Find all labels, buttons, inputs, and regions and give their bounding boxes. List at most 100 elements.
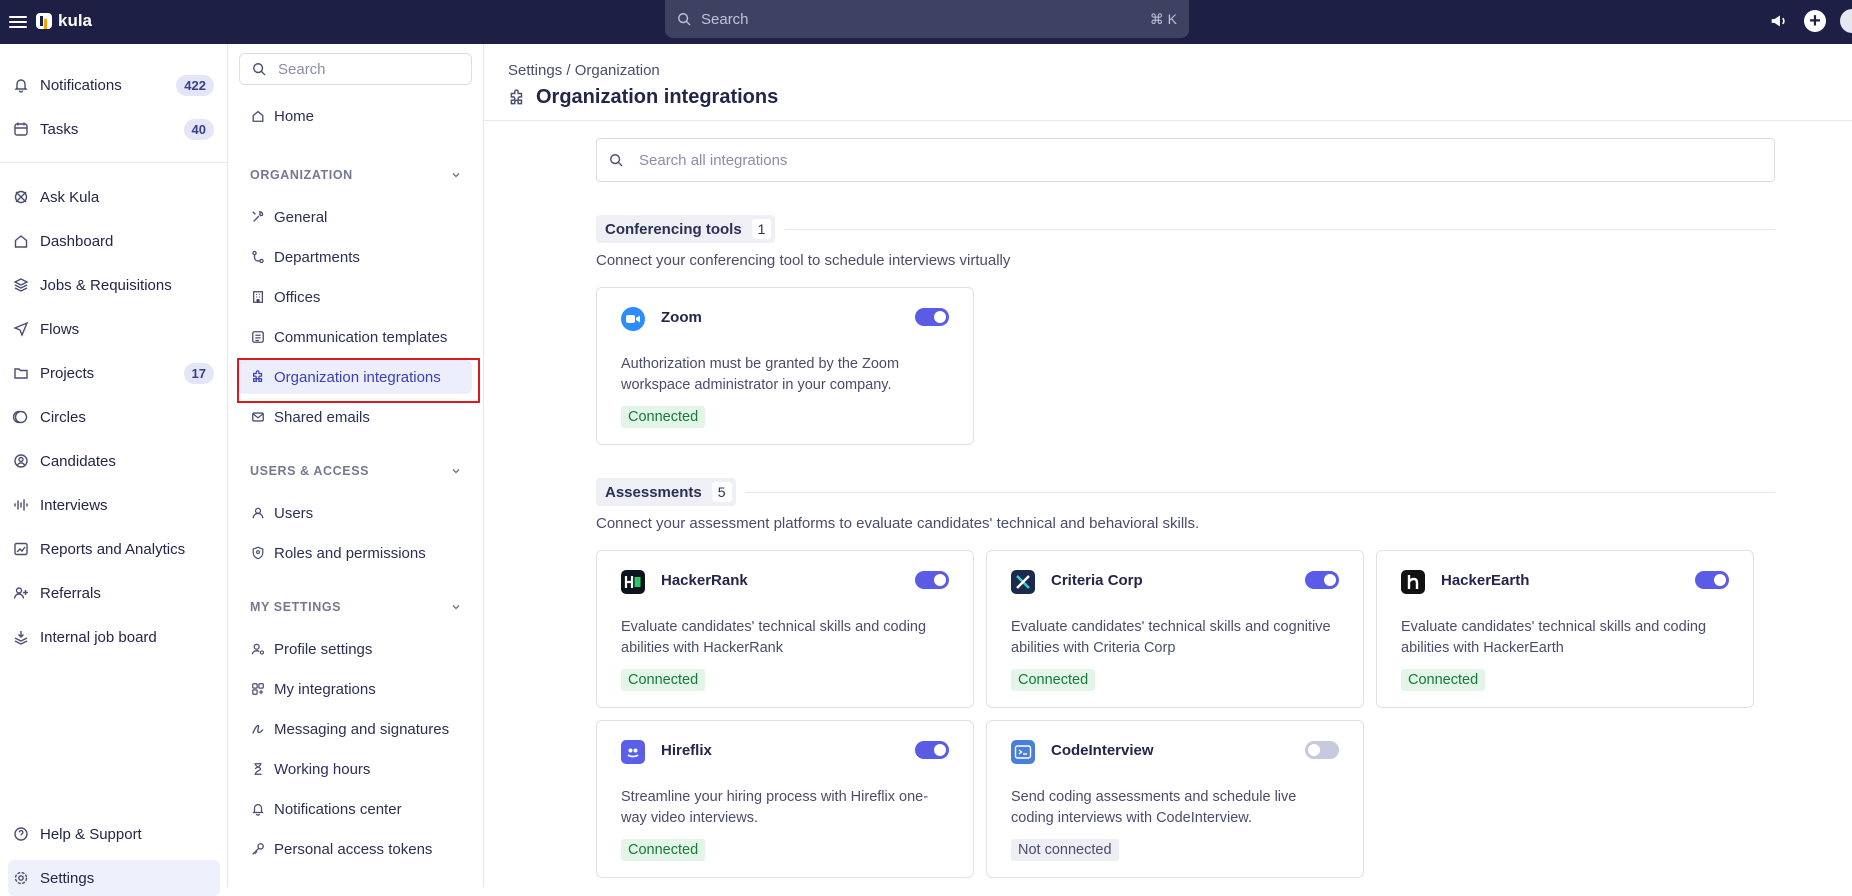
settings-item-label: Profile settings (274, 640, 373, 658)
settings-item-personal-access-tokens[interactable]: Personal access tokens (238, 832, 472, 866)
settings-item-departments[interactable]: Departments (238, 240, 472, 274)
settings-item-roles-permissions[interactable]: Roles and permissions (238, 536, 472, 570)
integration-card-hackerrank[interactable]: HackerRank Evaluate candidates' technica… (596, 550, 974, 708)
atom-icon (10, 186, 32, 208)
integration-name: Zoom (661, 309, 702, 326)
divider (745, 491, 1775, 493)
settings-item-label: Home (274, 107, 315, 125)
status-badge: Not connected (1011, 839, 1119, 861)
notifications-count-badge: 422 (176, 74, 214, 96)
nav-label: Ask Kula (40, 188, 100, 206)
nav-label: Jobs & Requisitions (40, 276, 172, 294)
status-badge: Connected (1011, 669, 1096, 691)
nav-item-reports[interactable]: Reports and Analytics (8, 531, 220, 567)
integration-name: HackerEarth (1441, 572, 1530, 589)
integrations-search-input[interactable]: Search all integrations (596, 138, 1775, 182)
settings-item-label: Working hours (274, 760, 371, 778)
main-sidebar: Notifications 422 Tasks 40 Ask Kula Dash… (0, 44, 228, 896)
codeinterview-logo-icon (1011, 740, 1035, 764)
mail-icon (250, 409, 266, 425)
search-icon (609, 153, 639, 167)
settings-item-messaging-signatures[interactable]: Messaging and signatures (238, 712, 472, 746)
layers-icon (10, 274, 32, 296)
avatar[interactable] (1840, 9, 1852, 33)
nav-item-jobs[interactable]: Jobs & Requisitions (8, 267, 220, 303)
divider (484, 120, 1852, 121)
settings-item-users[interactable]: Users (238, 496, 472, 530)
settings-item-notifications-center[interactable]: Notifications center (238, 792, 472, 826)
integration-toggle[interactable] (1305, 571, 1339, 589)
settings-item-communication-templates[interactable]: Communication templates (238, 320, 472, 354)
hackerearth-logo-icon (1401, 570, 1425, 594)
nav-item-projects[interactable]: Projects 17 (8, 355, 220, 391)
nav-item-help-support[interactable]: Help & Support (8, 816, 220, 852)
section-heading: ORGANIZATION (250, 168, 353, 182)
nav-item-dashboard[interactable]: Dashboard (8, 223, 220, 259)
integration-toggle[interactable] (1305, 741, 1339, 759)
nav-item-interviews[interactable]: Interviews (8, 487, 220, 523)
nav-label: Tasks (40, 120, 79, 138)
puzzle-icon (508, 88, 526, 107)
user-gear-icon (250, 641, 266, 657)
settings-item-general[interactable]: General (238, 200, 472, 234)
settings-item-home[interactable]: Home (238, 99, 472, 133)
integration-description: Authorization must be granted by the Zoo… (621, 356, 900, 393)
nav-item-ask-kula[interactable]: Ask Kula (8, 179, 220, 215)
nav-item-internal-job-board[interactable]: Internal job board (8, 619, 220, 655)
kula-logo[interactable]: kula (36, 11, 92, 31)
settings-item-label: Messaging and signatures (274, 720, 450, 738)
settings-sidebar: Search Home ORGANIZATION General Departm… (228, 44, 484, 887)
breadcrumb[interactable]: Settings / Organization (508, 62, 660, 79)
integration-card-hackerearth[interactable]: HackerEarth Evaluate candidates' technic… (1376, 550, 1754, 708)
settings-item-label: Personal access tokens (274, 840, 433, 858)
nav-label: Reports and Analytics (40, 540, 186, 558)
integration-description: Evaluate candidates' technical skills an… (1401, 619, 1707, 656)
integration-description: Evaluate candidates' technical skills an… (1011, 619, 1331, 656)
integration-card-zoom[interactable]: Zoom Authorization must be granted by th… (596, 287, 974, 445)
section-name: Assessments (605, 483, 702, 501)
settings-item-shared-emails[interactable]: Shared emails (238, 400, 472, 434)
settings-item-working-hours[interactable]: Working hours (238, 752, 472, 786)
kula-logo-icon (36, 13, 52, 29)
send-icon (10, 318, 32, 340)
hamburger-menu-icon[interactable] (6, 10, 30, 34)
announcement-icon[interactable] (1768, 10, 1790, 32)
settings-item-offices[interactable]: Offices (238, 280, 472, 314)
organization-section-header[interactable]: ORGANIZATION (250, 168, 472, 182)
settings-item-my-integrations[interactable]: My integrations (238, 672, 472, 706)
shield-user-icon (250, 545, 266, 561)
global-search-placeholder: Search (701, 10, 749, 28)
users-access-section-header[interactable]: USERS & ACCESS (250, 464, 472, 478)
divider (0, 162, 228, 163)
zoom-logo-icon (621, 307, 645, 331)
home-icon (250, 108, 266, 124)
nav-item-flows[interactable]: Flows (8, 311, 220, 347)
nav-item-candidates[interactable]: Candidates (8, 443, 220, 479)
integration-card-hireflix[interactable]: Hireflix Streamline your hiring process … (596, 720, 974, 878)
integration-toggle[interactable] (915, 741, 949, 759)
nav-label: Projects (40, 364, 95, 382)
status-badge: Connected (1401, 669, 1486, 691)
apps-plus-icon (250, 681, 266, 697)
gear-icon (10, 867, 32, 889)
integration-toggle[interactable] (915, 571, 949, 589)
chart-image-icon (10, 538, 32, 560)
integration-card-codeinterview[interactable]: CodeInterview Send coding assessments an… (986, 720, 1364, 878)
calendar-icon (10, 118, 32, 140)
nav-item-referrals[interactable]: Referrals (8, 575, 220, 611)
create-plus-icon[interactable]: + (1804, 10, 1826, 32)
nav-item-notifications[interactable]: Notifications 422 (8, 67, 220, 103)
my-settings-section-header[interactable]: MY SETTINGS (250, 600, 472, 614)
nav-item-circles[interactable]: Circles (8, 399, 220, 435)
chevron-down-icon (450, 465, 462, 477)
integration-card-criteria-corp[interactable]: Criteria Corp Evaluate candidates' techn… (986, 550, 1364, 708)
nav-label: Notifications (40, 76, 122, 94)
nav-item-tasks[interactable]: Tasks 40 (8, 111, 220, 147)
integration-toggle[interactable] (915, 308, 949, 326)
user-circle-icon (10, 450, 32, 472)
global-search[interactable]: Search ⌘ K (665, 0, 1189, 38)
nav-item-settings[interactable]: Settings (8, 860, 220, 896)
settings-item-profile-settings[interactable]: Profile settings (238, 632, 472, 666)
settings-search-input[interactable]: Search (239, 53, 472, 85)
integration-toggle[interactable] (1695, 571, 1729, 589)
